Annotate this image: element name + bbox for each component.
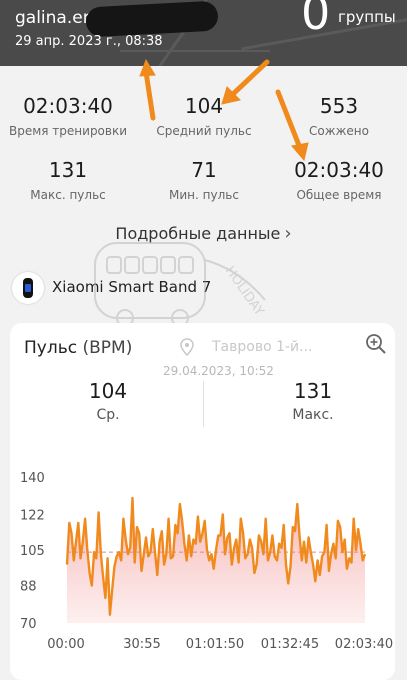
stat-value: 131: [48, 158, 88, 182]
chevron-right-icon: ›: [284, 223, 292, 244]
stat-value: 104: [184, 94, 224, 118]
device-name: Xiaomi Smart Band 7: [52, 278, 212, 296]
x-tick-label: 30:55: [123, 637, 160, 652]
user-name: galina.er: [15, 8, 90, 28]
stat-value: 02:03:40: [294, 158, 384, 182]
stat-workout-time: 02:03:40 Время тренировки: [0, 94, 138, 138]
heart-rate-chart: 70 88 105 122 140 00:00 30:55 01:01:50 01:32:45 0…: [20, 471, 393, 652]
stat-max-hr: 131 Макс. пульс: [0, 158, 138, 202]
stat-value: 553: [319, 94, 359, 118]
y-tick-label: 105: [20, 544, 45, 559]
stat-label: Макс. пульс: [30, 188, 106, 202]
stat-label: Время тренировки: [8, 124, 128, 138]
band-icon: [12, 272, 44, 304]
stat-label: Мин. пульс: [169, 188, 239, 202]
x-tick-label: 00:00: [47, 637, 84, 652]
y-tick-label: 122: [20, 509, 45, 524]
x-tick-label: 02:03:40: [335, 637, 393, 652]
stat-label: Средний пульс: [156, 124, 252, 138]
stat-min-hr: 71 Мин. пульс: [134, 158, 274, 202]
stat-value: 71: [191, 158, 217, 182]
y-tick-label: 140: [20, 471, 45, 486]
arrow-line: [230, 59, 270, 97]
watermark-text: HOLIDAY: [222, 264, 267, 319]
y-tick-label: 88: [20, 579, 37, 594]
y-tick-label: 70: [20, 617, 37, 632]
details-link[interactable]: Подробные данные ›: [0, 223, 407, 244]
stat-value: 02:03:40: [23, 94, 113, 118]
x-tick-label: 01:32:45: [261, 637, 319, 652]
details-link-label: Подробные данные: [115, 224, 281, 243]
heart-rate-card: Пульс (BPM) Таврово 1-й... 29.04.2023, 1…: [10, 323, 395, 680]
workout-header: galina.er 29 апр. 2023 г., 08:38 0 групп…: [0, 0, 407, 66]
redaction-mark: [85, 0, 219, 38]
workout-date: 29 апр. 2023 г., 08:38: [15, 34, 163, 49]
stat-calories: 553 Сожжено: [269, 94, 407, 138]
group-count: 0: [301, 0, 331, 40]
group-label: группы: [338, 8, 396, 26]
stat-label: Сожжено: [309, 124, 369, 138]
stat-total-time: 02:03:40 Общее время: [269, 158, 407, 202]
x-tick-label: 01:01:50: [186, 637, 244, 652]
stat-avg-hr: 104 Средний пульс: [134, 94, 274, 138]
map-road: [120, 50, 270, 52]
stat-label: Общее время: [296, 188, 382, 202]
